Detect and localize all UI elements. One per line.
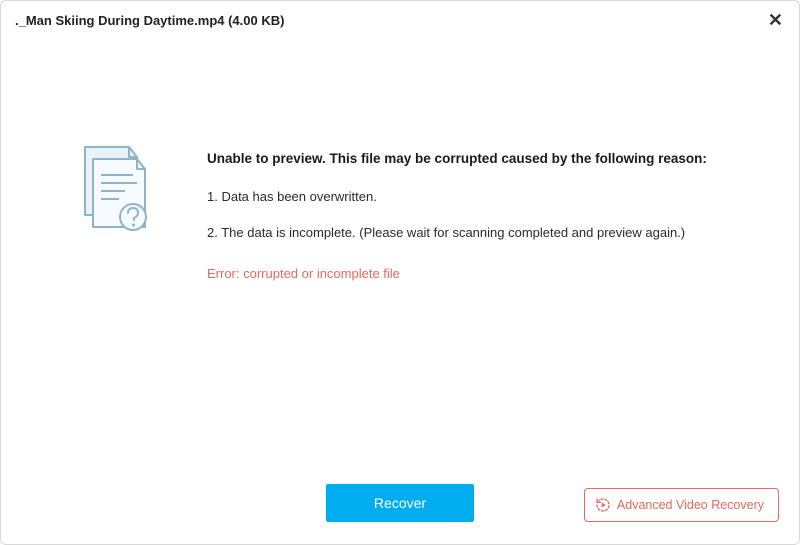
footer: Recover Advanced Video Recovery (1, 466, 799, 544)
advanced-recovery-button[interactable]: Advanced Video Recovery (584, 488, 779, 522)
headline-text: Unable to preview. This file may be corr… (207, 149, 749, 169)
recover-button[interactable]: Recover (326, 484, 474, 522)
message-column: Unable to preview. This file may be corr… (167, 149, 759, 466)
error-message: Error: corrupted or incomplete file (207, 266, 749, 281)
titlebar: ._Man Skiing During Daytime.mp4 (4.00 KB… (1, 1, 799, 39)
file-title: ._Man Skiing During Daytime.mp4 (4.00 KB… (15, 13, 284, 28)
corrupted-file-icon (71, 145, 167, 466)
content-area: Unable to preview. This file may be corr… (1, 39, 799, 466)
advanced-recovery-label: Advanced Video Recovery (617, 498, 764, 512)
reason-1: 1. Data has been overwritten. (207, 187, 749, 207)
recovery-icon (595, 497, 611, 513)
reason-2: 2. The data is incomplete. (Please wait … (207, 223, 749, 243)
close-icon[interactable]: ✕ (764, 9, 787, 31)
preview-dialog: ._Man Skiing During Daytime.mp4 (4.00 KB… (0, 0, 800, 545)
